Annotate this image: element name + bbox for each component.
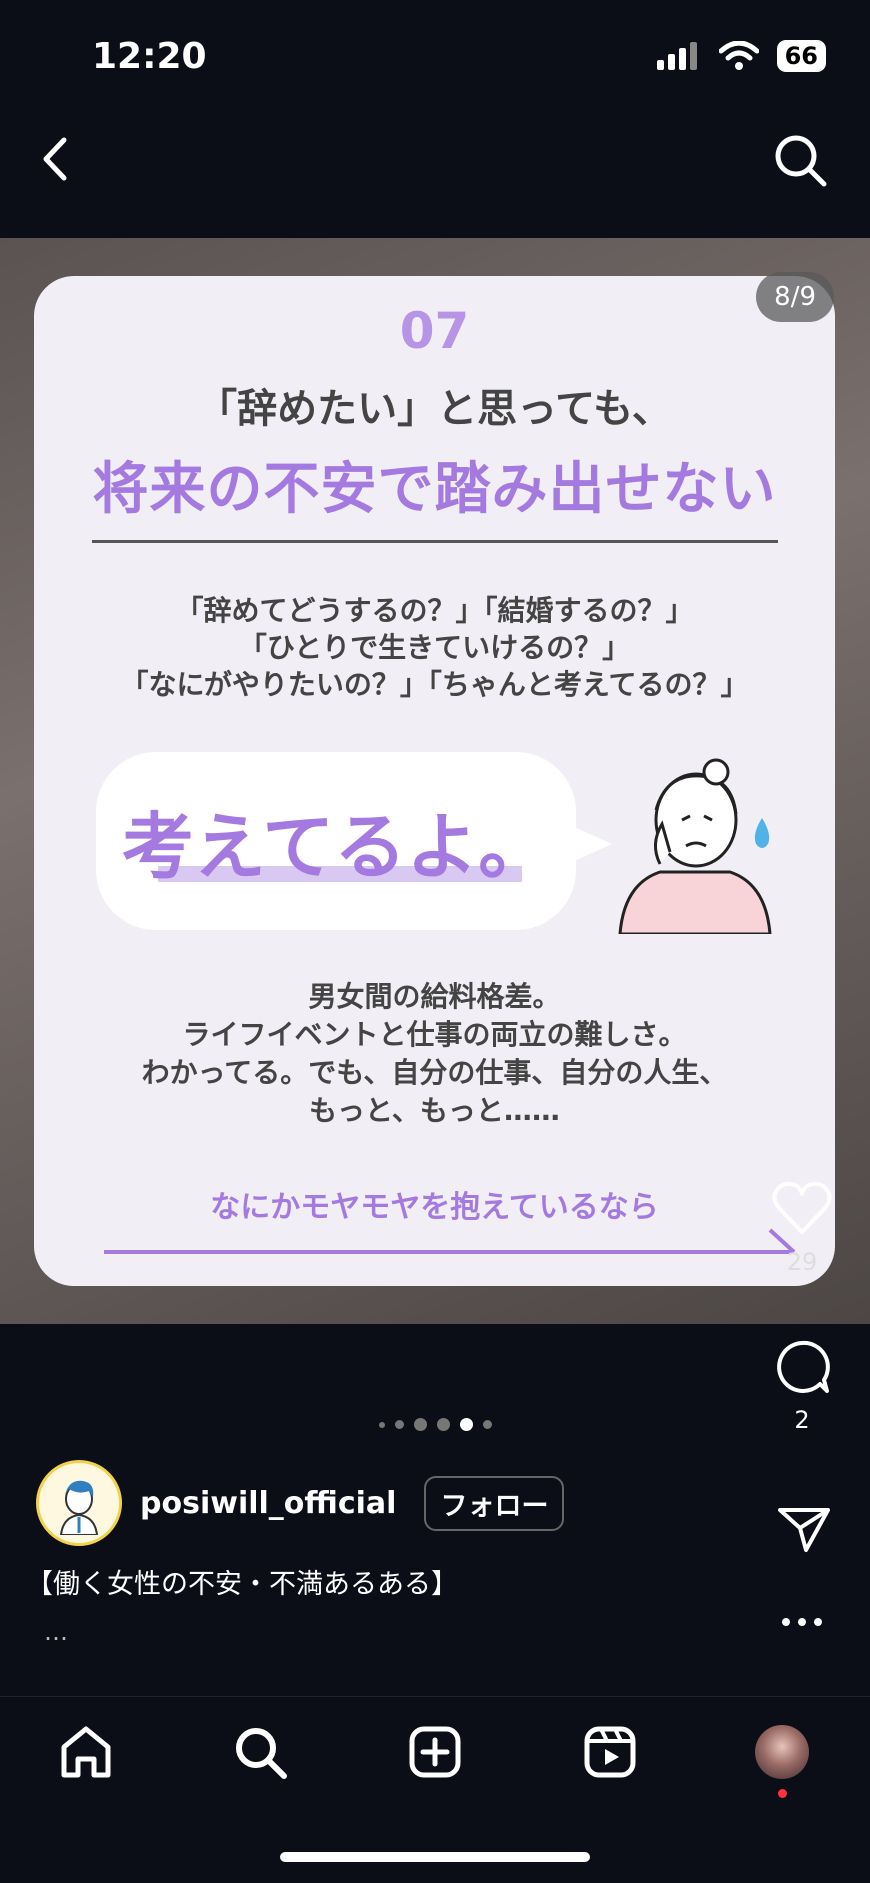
body-text: 男女間の給料格差。 ライフイベントと仕事の両立の難しさ。 わかってる。でも、自分… (34, 978, 835, 1130)
carousel-dot (394, 1420, 404, 1429)
profile-icon (755, 1725, 809, 1779)
body-line: わかってる。でも、自分の仕事、自分の人生、 (141, 1056, 728, 1089)
status-indicators: 66 (656, 40, 826, 72)
create-icon (409, 1726, 461, 1778)
signal-icon (656, 42, 697, 70)
caption: 【働く女性の不安・不満あるある】 (26, 1569, 458, 1600)
carousel-indicator (0, 1418, 870, 1431)
avatar-illustration (59, 1480, 99, 1535)
back-icon[interactable] (36, 134, 76, 184)
body-line: もっと、もっと…… (309, 1094, 560, 1127)
heart-icon[interactable] (771, 1180, 833, 1236)
post-author-row: posiwill_official フォロー (36, 1460, 565, 1546)
avatar[interactable] (36, 1460, 122, 1546)
more-icon[interactable] (780, 1612, 824, 1632)
tab-create[interactable] (405, 1722, 465, 1782)
comment-icon[interactable] (773, 1338, 831, 1396)
arrow-icon (104, 1228, 796, 1254)
carousel-dot-active (459, 1418, 473, 1431)
like-count: 29 (786, 1248, 818, 1276)
quotes-block: 「辞めてどうするの？」「結婚するの？」 「ひとりで生きていけるの？」 「なにがや… (34, 592, 835, 703)
carousel-dot (436, 1418, 450, 1431)
divider (92, 540, 778, 543)
speech-bubble-tail (572, 826, 612, 862)
carousel-dot (378, 1421, 385, 1428)
quote-line: 「ひとりで生きていけるの？」 (238, 631, 631, 664)
slide-headline: 将来の不安で踏み出せない (92, 457, 777, 522)
quote-line: 「辞めてどうするの？」「結婚するの？」 (175, 594, 694, 627)
status-time: 12:20 (92, 36, 207, 77)
like-action: 29 (752, 1180, 852, 1276)
carousel-dot (413, 1418, 427, 1431)
follow-button[interactable]: フォロー (424, 1475, 565, 1531)
worried-woman-illustration (618, 758, 772, 934)
tab-home[interactable] (56, 1722, 116, 1782)
carousel-dot (482, 1420, 492, 1429)
tab-profile[interactable] (752, 1722, 812, 1782)
search-icon[interactable] (772, 132, 828, 188)
battery-indicator: 66 (776, 40, 826, 72)
slide-number: 07 (399, 302, 470, 360)
wifi-icon (718, 41, 759, 70)
slide-subtitle: 「辞めたい」と思っても、 (197, 386, 672, 432)
home-icon (61, 1726, 111, 1778)
send-icon[interactable] (776, 1504, 832, 1554)
bubble-text: 考えてるよ。 (121, 805, 551, 889)
tab-explore[interactable] (230, 1722, 290, 1782)
post-card: 07 「辞めたい」と思っても、 将来の不安で踏み出せない 「辞めてどうするの？」… (34, 276, 835, 1286)
explore-icon (236, 1728, 287, 1779)
reels-icon (584, 1726, 636, 1778)
caption-more[interactable]: … (44, 1618, 68, 1646)
quote-line: 「なにがやりたいの？」「ちゃんと考えてるの？」 (120, 668, 749, 701)
notification-dot (778, 1789, 787, 1798)
tab-reels[interactable] (580, 1722, 640, 1782)
body-line: ライフイベントと仕事の両立の難しさ。 (182, 1018, 687, 1051)
body-line: 男女間の給料格差。 (308, 980, 561, 1013)
home-indicator (280, 1852, 590, 1862)
slide-counter: 8/9 (756, 272, 834, 322)
username[interactable]: posiwill_official (140, 1486, 396, 1521)
